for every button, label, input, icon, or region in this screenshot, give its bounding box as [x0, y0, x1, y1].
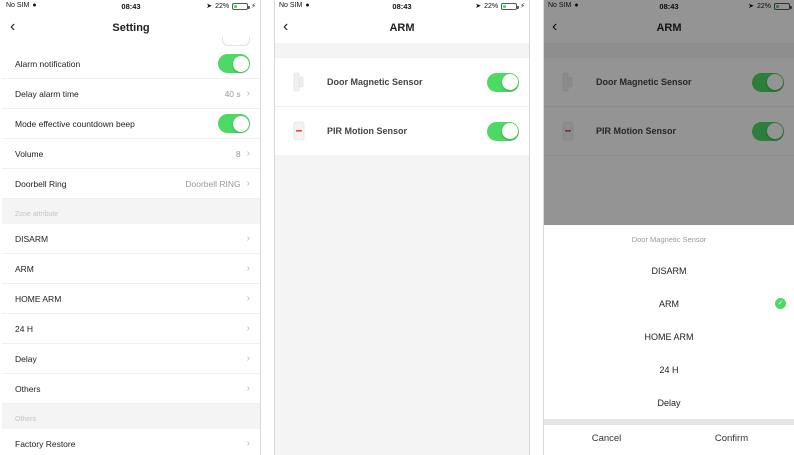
page-title: Setting — [112, 22, 150, 34]
battery-percent: 22% — [215, 2, 230, 10]
pir-sensor-toggle[interactable] — [487, 121, 519, 141]
row-label: Delay — [15, 353, 37, 364]
row-label: Others — [15, 383, 41, 394]
row-value: Doorbell RING — [185, 178, 241, 189]
door-sensor-icon — [293, 72, 304, 92]
partial-toggle[interactable] — [222, 37, 250, 46]
chevron-right-icon: › — [246, 178, 250, 189]
battery-icon — [232, 2, 251, 10]
page-title: ARM — [389, 22, 415, 34]
partial-toggle-row — [2, 37, 260, 49]
row-label: Delay alarm time — [15, 88, 79, 99]
status-bar: No SIM ● 08:43 ➤ 22% ⚡ — [2, 0, 260, 13]
picker-option-disarm[interactable]: DISARM — [544, 254, 794, 287]
confirm-button[interactable]: Confirm — [669, 433, 794, 444]
modal-overlay[interactable] — [544, 0, 794, 225]
chevron-right-icon: › — [246, 148, 250, 159]
countdown-beep-row[interactable]: Mode effective countdown beep — [2, 109, 260, 139]
setting-screen: No SIM ● 08:43 ➤ 22% ⚡ ‹ Setting Alarm no… — [2, 0, 261, 455]
row-value: 40 s — [224, 88, 241, 99]
cancel-button[interactable]: Cancel — [544, 433, 669, 444]
battery-percent: 22% — [484, 2, 499, 10]
zone-row-disarm[interactable]: DISARM › — [2, 224, 260, 254]
sensor-list: Door Magnetic Sensor PIR Motion Sensor — [275, 43, 529, 156]
zone-row-24h[interactable]: 24 H › — [2, 314, 260, 344]
doorbell-ring-row[interactable]: Doorbell Ring Doorbell RING › — [2, 169, 260, 199]
pir-sensor-icon — [293, 121, 305, 141]
arm-screen: No SIM ● 08:43 ➤ 22% ⚡ ‹ ARM Door Magneti… — [274, 0, 530, 455]
picker-title: Door Magnetic Sensor — [631, 235, 707, 244]
factory-restore-row[interactable]: Factory Restore › — [2, 429, 260, 455]
chevron-right-icon: › — [246, 323, 250, 334]
row-label: 24 H — [15, 323, 33, 334]
picker-option-arm[interactable]: ARM ✓ — [544, 287, 794, 320]
picker-option-home-arm[interactable]: HOME ARM — [544, 320, 794, 353]
picker-option-24h[interactable]: 24 H — [544, 353, 794, 386]
status-bar: No SIM ● 08:43 ➤ 22% ⚡ — [275, 0, 529, 13]
check-icon: ✓ — [775, 298, 786, 309]
section-header-others: Others — [2, 404, 260, 429]
door-sensor-toggle[interactable] — [487, 72, 519, 92]
row-value: 8 — [235, 148, 241, 159]
chevron-right-icon: › — [246, 353, 250, 364]
battery-icon — [501, 2, 520, 10]
alarm-notification-row[interactable]: Alarm notification — [2, 49, 260, 79]
row-label: Doorbell Ring — [15, 178, 67, 189]
sensor-row-pir[interactable]: PIR Motion Sensor — [275, 107, 529, 156]
zone-row-home-arm[interactable]: HOME ARM › — [2, 284, 260, 314]
countdown-beep-toggle[interactable] — [218, 114, 250, 133]
charging-icon: ⚡ — [251, 3, 256, 10]
chevron-right-icon: › — [246, 88, 250, 99]
nav-bar: ‹ ARM — [275, 13, 529, 43]
row-label: Volume — [15, 148, 44, 159]
back-chevron-icon[interactable]: ‹ — [10, 18, 15, 36]
picker-option-delay[interactable]: Delay — [544, 386, 794, 419]
sensor-label: PIR Motion Sensor — [327, 126, 408, 136]
row-label: Mode effective countdown beep — [15, 118, 135, 129]
settings-list: Alarm notification Delay alarm time 40 s… — [2, 37, 260, 455]
sensor-row-door[interactable]: Door Magnetic Sensor — [275, 58, 529, 107]
delay-alarm-time-row[interactable]: Delay alarm time 40 s › — [2, 79, 260, 109]
chevron-right-icon: › — [246, 293, 250, 304]
sensor-label: Door Magnetic Sensor — [327, 77, 423, 87]
zone-row-arm[interactable]: ARM › — [2, 254, 260, 284]
zone-row-others[interactable]: Others › — [2, 374, 260, 404]
volume-row[interactable]: Volume 8 › — [2, 139, 260, 169]
row-label: DISARM — [15, 233, 49, 244]
chevron-right-icon: › — [246, 438, 250, 449]
section-header-zone: Zone attribute — [2, 199, 260, 224]
mode-picker-sheet: Door Magnetic Sensor DISARM ARM ✓ HOME AR… — [544, 225, 794, 455]
location-icon: ➤ — [475, 3, 482, 10]
zone-row-delay[interactable]: Delay › — [2, 344, 260, 374]
charging-icon: ⚡ — [520, 3, 525, 10]
arm-picker-screen: No SIM ● 08:43 ➤ 22% ‹ ARM Door Magnetic … — [543, 0, 794, 455]
alarm-notification-toggle[interactable] — [218, 54, 250, 73]
chevron-right-icon: › — [246, 383, 250, 394]
chevron-right-icon: › — [246, 263, 250, 274]
row-label: HOME ARM — [15, 293, 62, 304]
row-label: Factory Restore — [15, 438, 76, 449]
row-label: Alarm notification — [15, 58, 81, 69]
back-chevron-icon[interactable]: ‹ — [283, 18, 288, 36]
chevron-right-icon: › — [246, 233, 250, 244]
location-icon: ➤ — [206, 3, 213, 10]
row-label: ARM — [15, 263, 34, 274]
